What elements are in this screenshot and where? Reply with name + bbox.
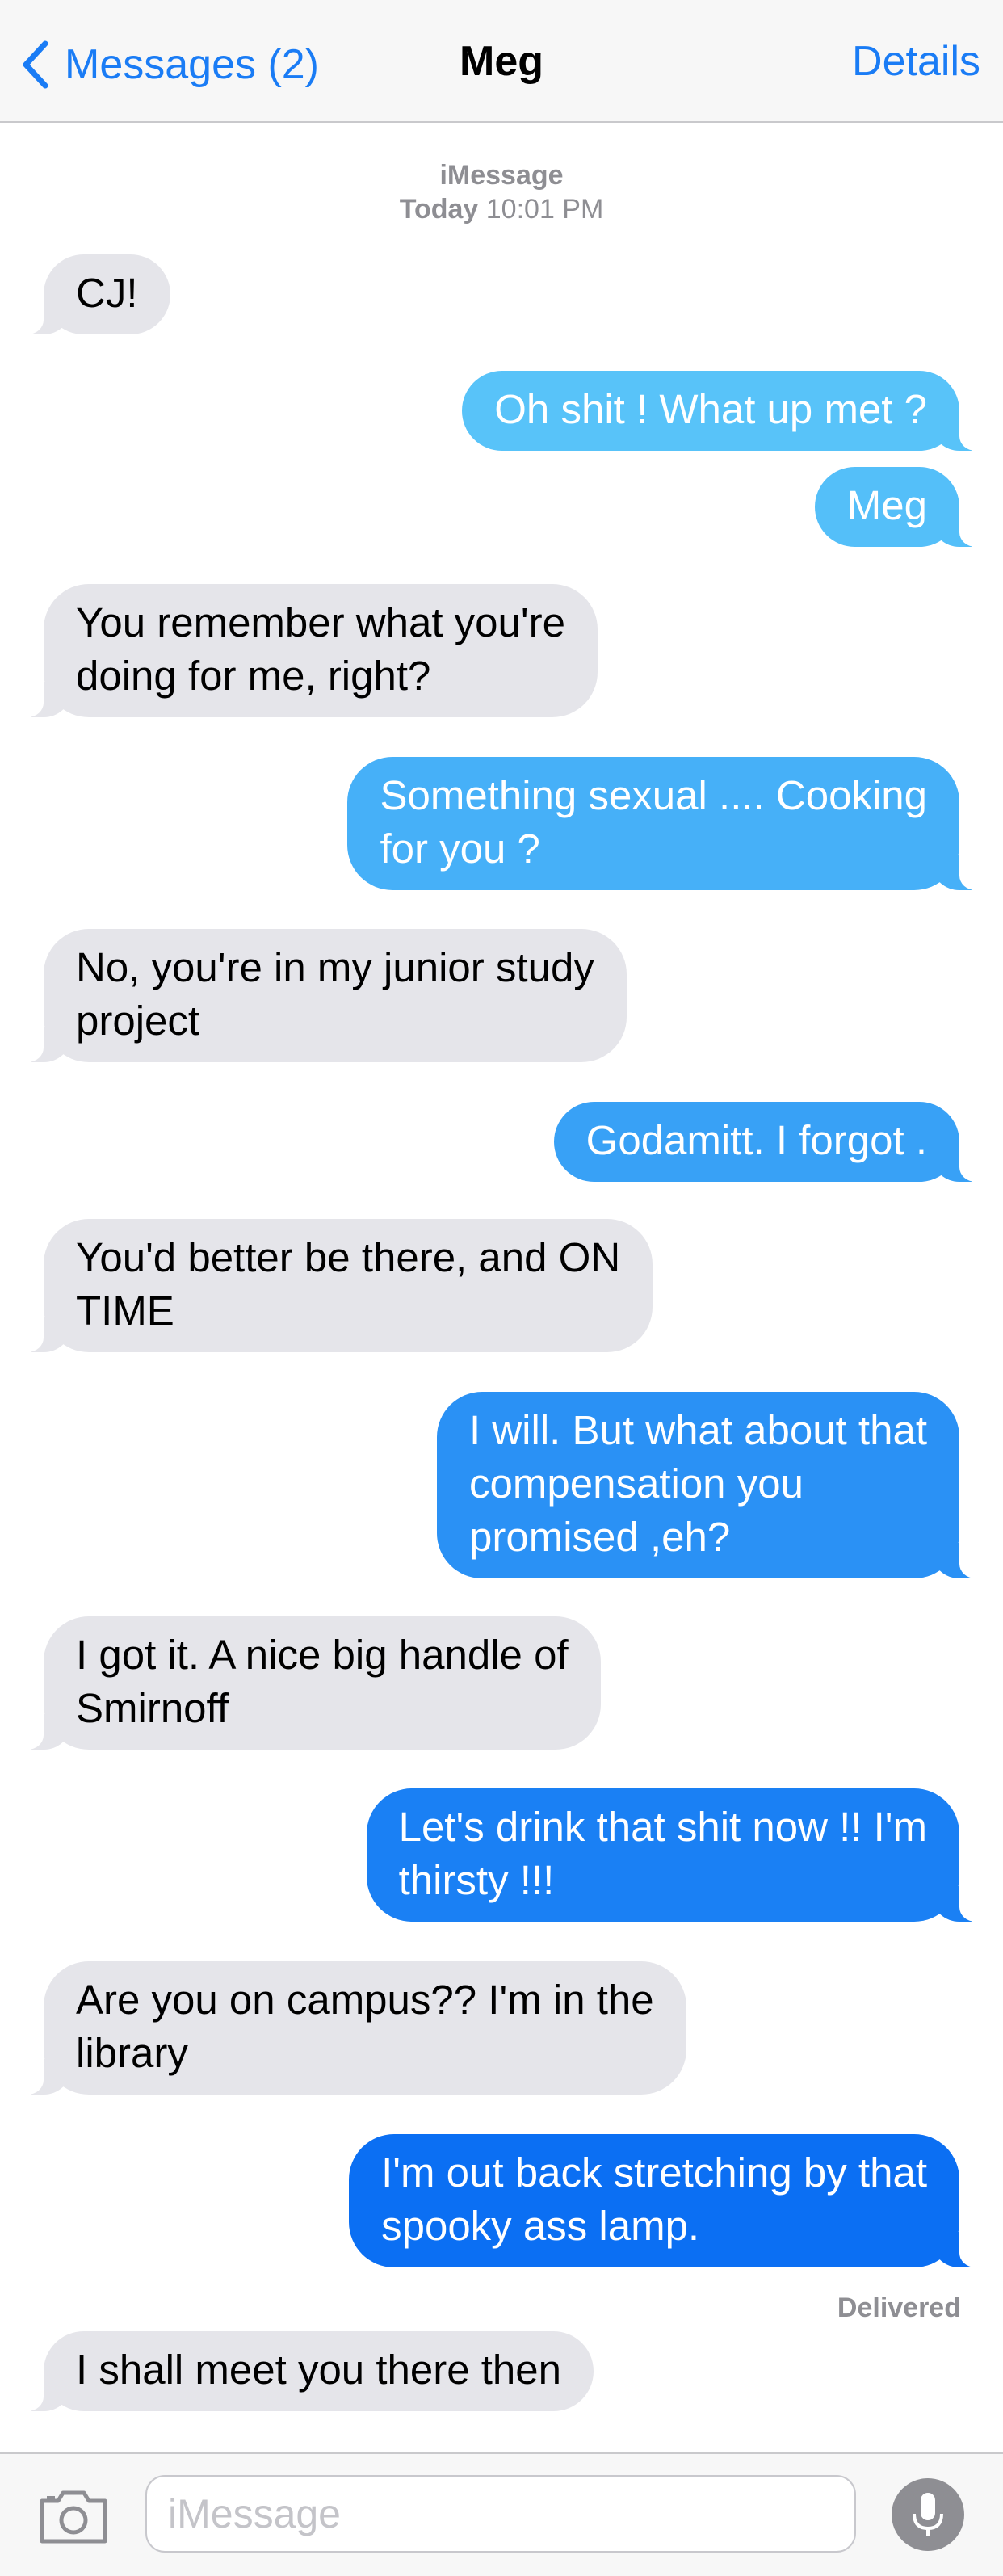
message-bubble-outgoing[interactable]: I will. But what about that compensation … (437, 1392, 988, 1578)
delivered-status: Delivered (837, 2292, 961, 2323)
message-text: No, you're in my junior study (76, 944, 594, 990)
message-text: project (76, 998, 200, 1044)
message-bubble-incoming[interactable]: Are you on campus?? I'm in the library (15, 1961, 686, 2095)
microphone-icon (913, 2493, 943, 2536)
service-label: iMessage (439, 160, 564, 191)
message-bubble-incoming[interactable]: You remember what you're doing for me, ri… (15, 584, 598, 717)
message-text: TIME (76, 1288, 174, 1334)
conversation-header: iMessage Today 10:01 PM (0, 158, 1003, 226)
message-text: You remember what you're (76, 599, 565, 645)
message-bubble-outgoing[interactable]: Oh shit ! What up met ? (462, 371, 988, 451)
message-text: Something sexual .... Cooking (380, 772, 927, 818)
message-text: Oh shit ! What up met ? (494, 386, 927, 432)
message-bubble-outgoing[interactable]: Something sexual .... Cooking for you ? (347, 757, 988, 890)
message-text: Godamitt. I forgot . (585, 1117, 927, 1163)
message-bubble-outgoing[interactable]: Godamitt. I forgot . (553, 1102, 989, 1182)
details-button[interactable]: Details (852, 37, 980, 86)
message-text: library (76, 2030, 188, 2076)
message-bubble-incoming[interactable]: I shall meet you there then (14, 2331, 594, 2411)
microphone-button[interactable] (892, 2478, 964, 2551)
message-text: Are you on campus?? I'm in the (76, 1977, 654, 2023)
message-input[interactable] (145, 2475, 856, 2553)
message-text: I got it. A nice big handle of (76, 1632, 569, 1678)
message-bubble-incoming[interactable]: No, you're in my junior study project (15, 929, 627, 1062)
message-text: CJ! (76, 270, 138, 316)
message-text: You'd better be there, and ON (76, 1234, 621, 1280)
message-text: for you ? (380, 826, 540, 872)
message-text: thirsty !!! (398, 1857, 555, 1903)
timestamp: Today 10:01 PM (0, 192, 1003, 226)
message-bubble-incoming[interactable]: I got it. A nice big handle of Smirnoff (15, 1616, 601, 1750)
navigation-bar: Messages (2) Meg Details (0, 0, 1003, 123)
timestamp-time: 10:01 PM (485, 194, 604, 225)
message-text: Let's drink that shit now !! I'm (398, 1804, 927, 1850)
message-text: spooky ass lamp. (381, 2203, 700, 2249)
timestamp-day: Today (399, 194, 479, 225)
message-text: I'm out back stretching by that (381, 2149, 927, 2196)
camera-button[interactable] (37, 2485, 110, 2546)
message-bubble-incoming[interactable]: CJ! (15, 254, 170, 334)
camera-icon (40, 2490, 107, 2544)
message-text: Meg (846, 482, 927, 528)
message-text: I shall meet you there then (76, 2347, 562, 2393)
compose-bar (0, 2452, 1003, 2576)
message-text: promised ,eh? (469, 1514, 731, 1560)
message-text: doing for me, right? (76, 653, 431, 699)
message-bubble-incoming[interactable]: You'd better be there, and ON TIME (14, 1219, 653, 1352)
message-text: I will. But what about that (469, 1407, 927, 1453)
message-bubble-outgoing[interactable]: I'm out back stretching by that spooky as… (349, 2134, 988, 2267)
message-text: compensation you (469, 1460, 804, 1507)
message-text: Smirnoff (76, 1685, 229, 1731)
message-bubble-outgoing[interactable]: Meg (814, 467, 989, 547)
message-bubble-outgoing[interactable]: Let's drink that shit now !! I'm thirsty … (366, 1788, 989, 1922)
